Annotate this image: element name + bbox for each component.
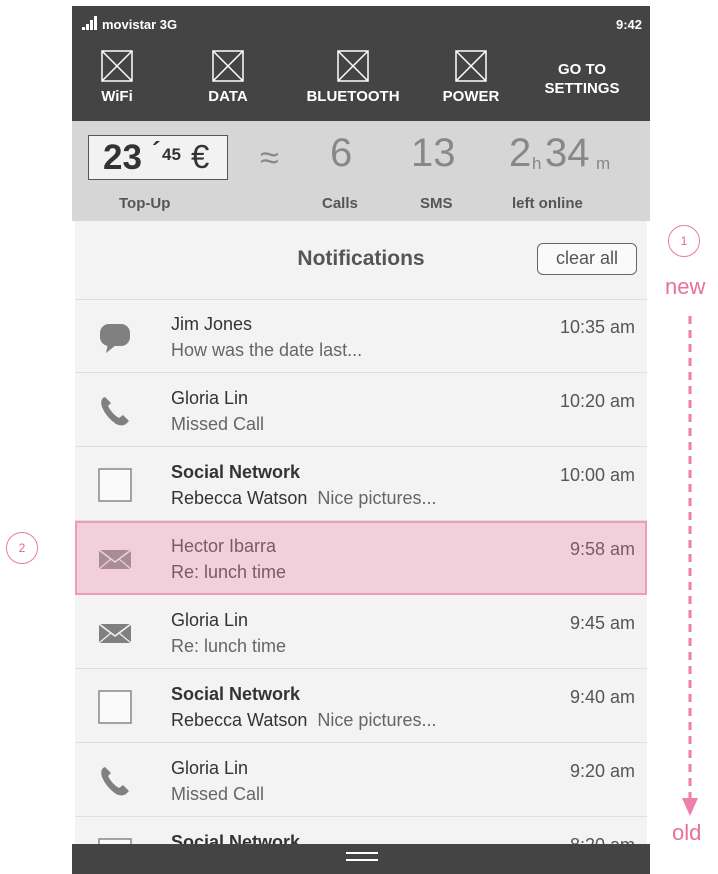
notification-title: Gloria Lin <box>171 610 249 630</box>
notification-time: 10:00 am <box>559 465 635 485</box>
power-icon <box>455 50 487 82</box>
online-minutes: 34 <box>545 131 590 175</box>
notifications-header: Notifications clear all <box>75 221 647 300</box>
notification-time: 10:35 am <box>559 317 635 337</box>
notification-subtitle: Rebecca Watson Nice pictures... <box>171 710 436 731</box>
phone-icon <box>101 767 129 796</box>
phone-icon <box>101 397 129 426</box>
calls-count: 6 <box>330 131 353 175</box>
sms-label: SMS <box>420 195 453 212</box>
notification-title: Social Network <box>171 832 301 844</box>
notification-item[interactable]: Social Network Rebecca Watson Nice pictu… <box>75 669 647 743</box>
envelope-icon <box>98 549 132 570</box>
notification-subtitle: Re: lunch time <box>171 562 287 582</box>
online-hours: 2 <box>509 131 532 175</box>
notification-item[interactable]: Jim Jones How was the date last... 10:35… <box>75 299 647 373</box>
notification-item[interactable]: Social Network 8:20 am <box>75 817 647 844</box>
power-toggle[interactable]: POWER <box>436 50 506 105</box>
timeline-arrow-icon <box>682 316 698 816</box>
left-online-label: left online <box>512 195 583 212</box>
annotation-marker-1: 1 <box>668 225 700 257</box>
annotation-old-label: old <box>672 820 702 845</box>
notification-title: Social Network <box>171 684 301 704</box>
notification-subtitle: Missed Call <box>171 784 265 804</box>
chat-bubble-icon <box>100 324 130 353</box>
sms-count: 13 <box>411 131 456 175</box>
notification-title: Gloria Lin <box>171 388 249 408</box>
mobile-data-icon <box>212 50 244 82</box>
notification-subtitle: How was the date last... <box>171 340 363 360</box>
bluetooth-toggle[interactable]: BLUETOOTH <box>294 50 412 105</box>
bluetooth-toggle-label: BLUETOOTH <box>306 88 400 105</box>
notification-item[interactable]: Gloria Lin Re: lunch time 9:45 am <box>75 595 647 669</box>
data-toggle-label: DATA <box>208 88 248 105</box>
go-to-settings-button[interactable]: GO TO SETTINGS <box>532 60 632 98</box>
bottom-bar <box>72 844 650 874</box>
envelope-icon <box>98 623 132 644</box>
top-up-label[interactable]: Top-Up <box>119 195 170 212</box>
wifi-toggle[interactable]: WiFi <box>92 50 142 105</box>
notification-time: 8:20 am <box>570 835 635 844</box>
go-to-settings-line1: GO TO <box>557 61 607 78</box>
notification-title: Social Network <box>171 462 301 482</box>
notifications-list: Jim Jones How was the date last... 10:35… <box>75 299 647 844</box>
notification-time: 9:20 am <box>569 761 635 781</box>
notification-subtitle: Missed Call <box>171 414 265 434</box>
annotation-new-label: new <box>665 274 706 299</box>
balance-euros: 23 <box>103 138 142 177</box>
balance-cents: 45 <box>162 145 181 164</box>
notification-item[interactable]: Gloria Lin Missed Call 9:20 am <box>75 743 647 817</box>
wifi-toggle-label: WiFi <box>101 88 133 105</box>
social-network-icon <box>98 838 132 844</box>
notification-item-highlighted[interactable]: Hector Ibarra Re: lunch time 9:58 am <box>75 521 647 595</box>
online-hours-unit: h <box>532 154 542 173</box>
notifications-panel: Notifications clear all Jim Jones How wa… <box>75 221 647 844</box>
data-toggle[interactable]: DATA <box>198 50 258 105</box>
approx-symbol: ≈ <box>260 139 279 177</box>
notification-subtitle: Re: lunch time <box>171 636 287 656</box>
notification-preview: Nice pictures... <box>317 710 437 730</box>
notification-title: Jim Jones <box>171 314 253 334</box>
social-network-icon <box>98 690 132 724</box>
online-minutes-unit: m <box>596 154 611 173</box>
balance-apostrophe: ´ <box>152 136 161 166</box>
notification-sender: Rebecca Watson <box>171 710 308 730</box>
phone-screen: movistar 3G 9:42 WiFi DATA BLUETOOTH POW… <box>72 6 650 874</box>
balance-box[interactable]: 23 ´ 45 € <box>88 135 228 180</box>
notification-time: 9:58 am <box>569 539 635 559</box>
notification-time: 9:40 am <box>569 687 635 707</box>
social-network-icon <box>98 468 132 502</box>
notification-subtitle: Rebecca Watson Nice pictures... <box>171 488 436 509</box>
status-bar: movistar 3G 9:42 <box>72 6 650 42</box>
calls-label: Calls <box>322 195 358 212</box>
annotation-marker-2: 2 <box>6 532 38 564</box>
bluetooth-icon <box>337 50 369 82</box>
power-toggle-label: POWER <box>442 88 500 105</box>
account-info-bar: 23 ´ 45 € Top-Up ≈ 6 Calls 13 SMS 2 h 34… <box>72 121 650 221</box>
balance-currency: € <box>191 138 210 175</box>
notification-sender: Rebecca Watson <box>171 488 308 508</box>
signal-strength-icon <box>82 16 98 30</box>
quick-toggles: WiFi DATA BLUETOOTH POWER GO TO SETTINGS <box>72 42 650 121</box>
notification-preview: Nice pictures... <box>317 488 437 508</box>
clear-all-button[interactable]: clear all <box>537 243 637 275</box>
notification-item[interactable]: Social Network Rebecca Watson Nice pictu… <box>75 447 647 521</box>
notification-title: Gloria Lin <box>171 758 249 778</box>
carrier-label: movistar 3G <box>102 17 178 32</box>
drag-handle[interactable] <box>346 852 378 866</box>
go-to-settings-line2: SETTINGS <box>544 80 620 97</box>
notification-time: 9:45 am <box>569 613 635 633</box>
status-clock: 9:42 <box>615 17 642 32</box>
notification-title: Hector Ibarra <box>171 536 277 556</box>
notification-time: 10:20 am <box>559 391 635 411</box>
notification-item[interactable]: Gloria Lin Missed Call 10:20 am <box>75 373 647 447</box>
wifi-icon <box>101 50 133 82</box>
